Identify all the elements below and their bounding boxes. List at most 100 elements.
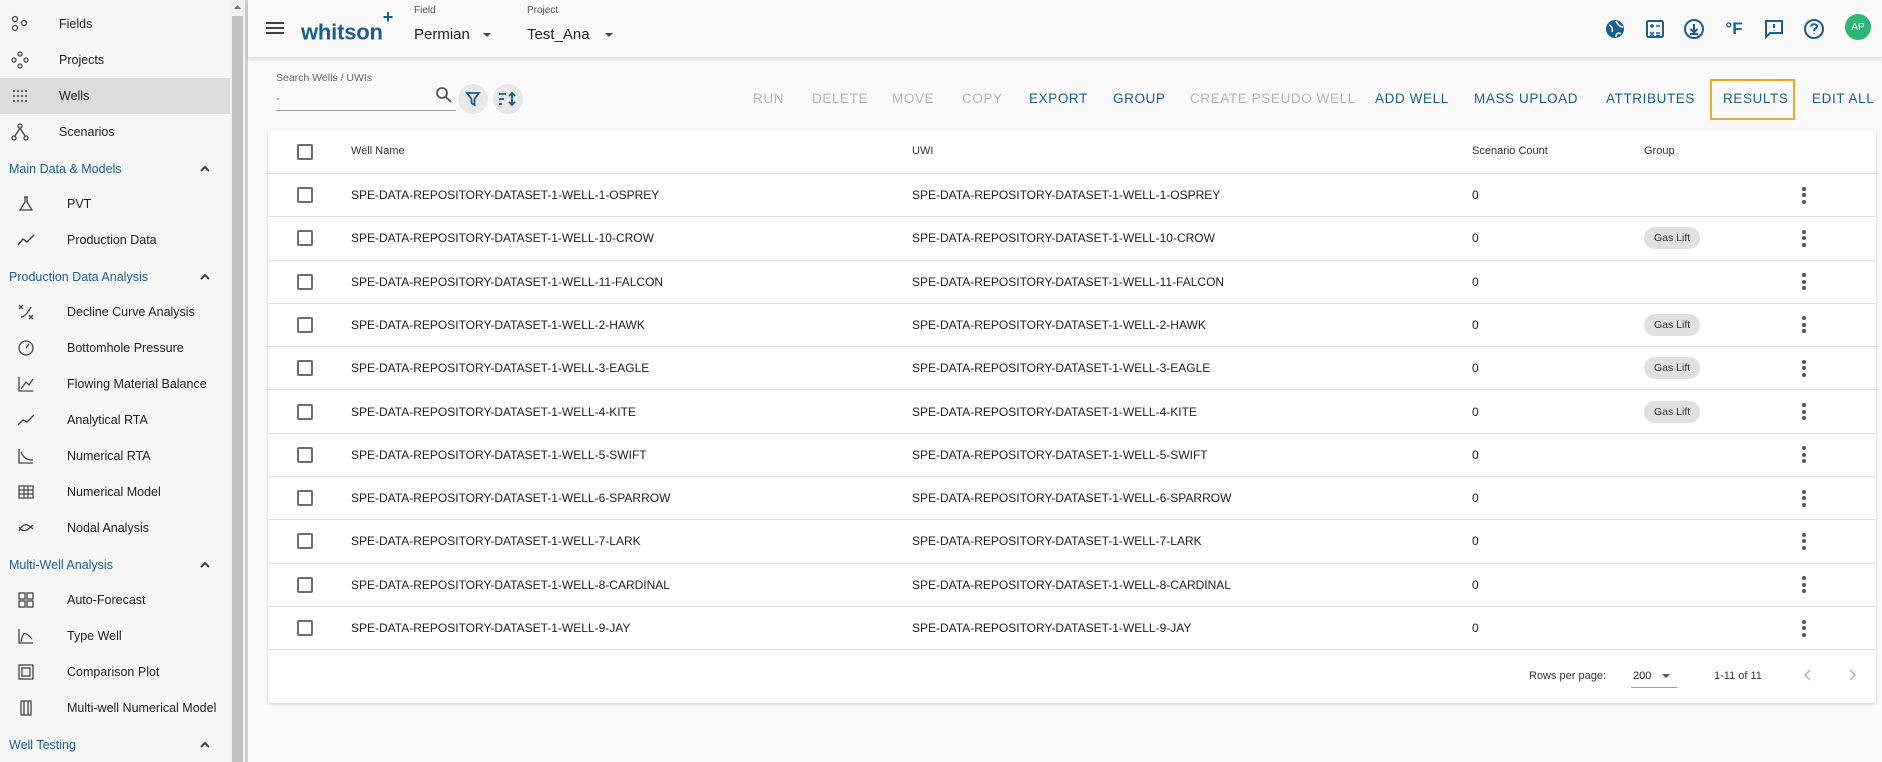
sidebar-item-multi-well-numerical-model[interactable]: Multi-well Numerical Model <box>0 690 230 726</box>
export-button[interactable]: EXPORT <box>1029 90 1088 108</box>
section-production-data-analysis[interactable]: Production Data Analysis <box>0 262 230 292</box>
sidebar-item-analytical-rta[interactable]: Analytical RTA <box>0 402 230 438</box>
rows-per-page-select[interactable]: 200 <box>1631 662 1677 688</box>
download-icon[interactable] <box>1681 16 1707 42</box>
sidebar-item-production-data[interactable]: Production Data <box>0 222 230 258</box>
sidebar-item-label: Decline Curve Analysis <box>67 305 195 319</box>
mass-upload-button[interactable]: MASS UPLOAD <box>1474 90 1578 108</box>
group-chip: Gas Lift <box>1644 313 1701 336</box>
sidebar-item-nodal-analysis[interactable]: Nodal Analysis <box>0 510 230 546</box>
rows-per-page-label: Rows per page: <box>1529 670 1607 682</box>
delete-button[interactable]: DELETE <box>812 90 868 108</box>
copy-button[interactable]: COPY <box>962 90 1003 108</box>
row-checkbox[interactable] <box>297 576 313 593</box>
select-all-checkbox[interactable] <box>297 144 313 160</box>
sidebar-item-pvt[interactable]: PVT <box>0 186 230 222</box>
sort-button[interactable] <box>493 84 523 114</box>
column-header-well-name[interactable]: Well Name <box>351 145 405 157</box>
sidebar-item-comparison-plot[interactable]: Comparison Plot <box>0 654 230 690</box>
kebab-dot <box>1802 496 1806 501</box>
scrollbar-thumb[interactable] <box>232 16 243 762</box>
row-checkbox[interactable] <box>297 403 313 420</box>
create-pseudo-well-button[interactable]: CREATE PSEUDO WELL <box>1190 90 1356 108</box>
table-row[interactable]: SPE-DATA-REPOSITORY-DATASET-1-WELL-4-KIT… <box>268 391 1876 434</box>
row-checkbox[interactable] <box>297 446 313 463</box>
uwi-cell: SPE-DATA-REPOSITORY-DATASET-1-WELL-9-JAY <box>912 621 1192 635</box>
sidebar-item-numerical-model[interactable]: Numerical Model <box>0 474 230 510</box>
sidebar-item-wells[interactable]: Wells <box>0 78 230 114</box>
sidebar-item-flowing-material-balance[interactable]: Flowing Material Balance <box>0 366 230 402</box>
more-vert-icon[interactable] <box>1798 184 1810 206</box>
section-multi-well-analysis[interactable]: Multi-Well Analysis <box>0 550 230 580</box>
search-icon[interactable] <box>435 86 453 104</box>
globe-icon[interactable] <box>1602 16 1628 42</box>
column-header-uwi[interactable]: UWI <box>912 145 933 157</box>
group-button[interactable]: GROUP <box>1113 90 1166 108</box>
search-input[interactable] <box>276 86 456 111</box>
row-checkbox[interactable] <box>297 360 313 377</box>
more-vert-icon[interactable] <box>1798 617 1810 639</box>
table-row[interactable]: SPE-DATA-REPOSITORY-DATASET-1-WELL-7-LAR… <box>268 520 1876 564</box>
row-checkbox[interactable] <box>297 187 313 203</box>
table-row[interactable]: SPE-DATA-REPOSITORY-DATASET-1-WELL-3-EAG… <box>268 347 1876 391</box>
row-checkbox[interactable] <box>297 273 313 290</box>
run-button[interactable]: RUN <box>753 90 784 108</box>
table-row[interactable]: SPE-DATA-REPOSITORY-DATASET-1-WELL-5-SWI… <box>268 434 1876 478</box>
table-row[interactable]: SPE-DATA-REPOSITORY-DATASET-1-WELL-1-OSP… <box>268 174 1876 218</box>
more-vert-icon[interactable] <box>1798 574 1810 596</box>
next-page-icon[interactable] <box>1842 665 1862 685</box>
sidebar-item-type-well[interactable]: Type Well <box>0 618 230 654</box>
more-vert-icon[interactable] <box>1798 314 1810 336</box>
table-row[interactable]: SPE-DATA-REPOSITORY-DATASET-1-WELL-6-SPA… <box>268 477 1876 521</box>
sidebar-item-decline-curve-analysis[interactable]: Decline Curve Analysis <box>0 294 230 330</box>
more-vert-icon[interactable] <box>1798 271 1810 293</box>
kebab-dot <box>1802 626 1806 630</box>
sidebar-scrollbar[interactable] <box>230 0 245 762</box>
attributes-button[interactable]: ATTRIBUTES <box>1606 90 1695 108</box>
row-checkbox[interactable] <box>297 316 313 333</box>
table-row[interactable]: SPE-DATA-REPOSITORY-DATASET-1-WELL-11-FA… <box>268 261 1876 304</box>
scenario-count-cell: 0 <box>1472 621 1479 635</box>
row-checkbox[interactable] <box>297 620 313 636</box>
add-well-button[interactable]: ADD WELL <box>1375 90 1449 108</box>
sidebar-item-numerical-rta[interactable]: Numerical RTA <box>0 438 230 474</box>
row-checkbox[interactable] <box>297 533 313 550</box>
column-header-group[interactable]: Group <box>1644 145 1675 157</box>
more-vert-icon[interactable] <box>1798 227 1810 249</box>
table-row[interactable]: SPE-DATA-REPOSITORY-DATASET-1-WELL-8-CAR… <box>268 564 1876 607</box>
section-main-data-models[interactable]: Main Data & Models <box>0 154 230 184</box>
row-checkbox[interactable] <box>297 490 313 507</box>
section-well-testing[interactable]: Well Testing <box>0 730 230 760</box>
sidebar-item-scenarios[interactable]: Scenarios <box>0 114 230 150</box>
more-vert-icon[interactable] <box>1798 357 1810 379</box>
table-row[interactable]: SPE-DATA-REPOSITORY-DATASET-1-WELL-2-HAW… <box>268 304 1876 348</box>
results-button[interactable]: RESULTS <box>1723 90 1788 108</box>
more-vert-icon[interactable] <box>1798 444 1810 466</box>
field-caption: Field <box>414 5 436 16</box>
sidebar-item-fields[interactable]: Fields <box>0 6 230 42</box>
feedback-icon[interactable] <box>1761 16 1787 42</box>
calculator-icon[interactable] <box>1642 16 1668 42</box>
column-header-scenario-count[interactable]: Scenario Count <box>1472 145 1548 157</box>
project-caption: Project <box>527 5 559 16</box>
previous-page-icon[interactable] <box>1798 665 1818 685</box>
sidebar-item-auto-forecast[interactable]: Auto-Forecast <box>0 582 230 618</box>
scenario-count-cell: 0 <box>1472 361 1479 376</box>
sidebar-item-projects[interactable]: Projects <box>0 42 230 78</box>
move-button[interactable]: MOVE <box>892 90 934 108</box>
row-checkbox[interactable] <box>297 230 313 247</box>
sidebar-item-label: Fields <box>59 17 93 31</box>
scroll-up-arrow-icon[interactable] <box>233 3 242 12</box>
filter-button[interactable] <box>458 84 488 114</box>
table-row[interactable]: SPE-DATA-REPOSITORY-DATASET-1-WELL-10-CR… <box>268 217 1876 261</box>
avatar[interactable]: AP <box>1845 14 1871 40</box>
temperature-unit-icon[interactable]: °F <box>1721 16 1747 42</box>
edit-all-button[interactable]: EDIT ALL <box>1812 90 1874 108</box>
sidebar-item-bottomhole-pressure[interactable]: Bottomhole Pressure <box>0 330 230 366</box>
pagination-range: 1-11 of 11 <box>1714 670 1762 682</box>
table-row[interactable]: SPE-DATA-REPOSITORY-DATASET-1-WELL-9-JAY… <box>268 607 1876 651</box>
more-vert-icon[interactable] <box>1798 487 1810 509</box>
help-icon[interactable] <box>1801 16 1827 42</box>
more-vert-icon[interactable] <box>1798 401 1810 423</box>
more-vert-icon[interactable] <box>1798 530 1810 552</box>
